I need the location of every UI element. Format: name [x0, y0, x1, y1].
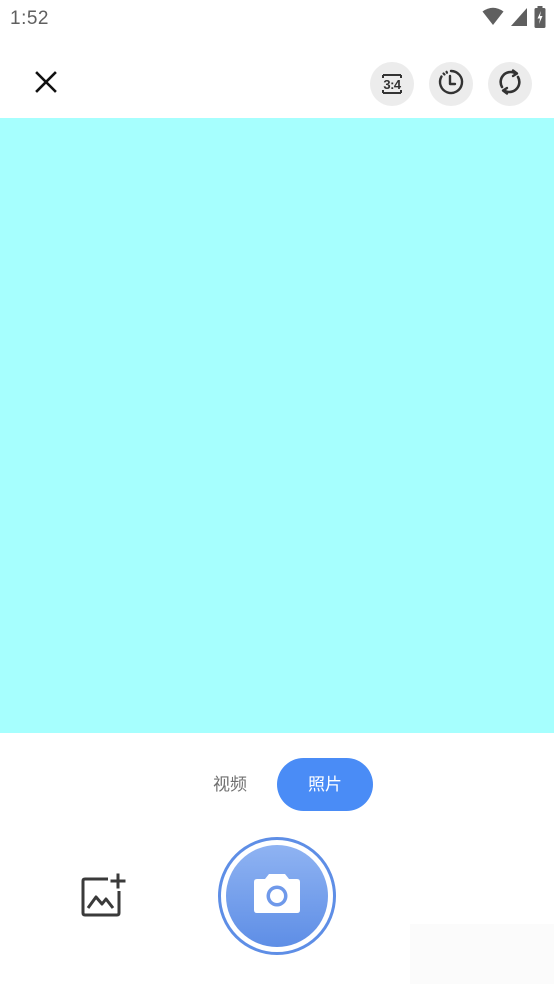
camera-preview[interactable]	[0, 118, 554, 733]
shutter-button[interactable]	[218, 837, 336, 955]
cellular-signal-icon	[510, 7, 528, 32]
battery-charging-icon	[534, 5, 546, 33]
gallery-button[interactable]	[78, 873, 128, 921]
status-icons	[482, 5, 546, 33]
switch-camera-icon	[496, 68, 524, 101]
status-bar: 1:52	[0, 0, 554, 38]
camera-icon	[250, 872, 304, 921]
corner-overlay	[410, 924, 554, 984]
aspect-ratio-label: 3:4	[383, 76, 401, 92]
mode-video-tab[interactable]: 视频	[204, 771, 256, 799]
status-time: 1:52	[10, 8, 49, 29]
camera-screen: 1:52 3:4 视频 照片	[0, 0, 554, 984]
shutter-inner	[226, 845, 328, 947]
close-button[interactable]	[28, 66, 64, 102]
close-icon	[35, 70, 57, 98]
mode-photo-tab[interactable]: 照片	[277, 758, 373, 811]
top-toolbar: 3:4	[0, 38, 554, 118]
capture-controls: 视频 照片	[0, 733, 554, 984]
add-photo-icon	[78, 873, 128, 925]
timer-icon	[437, 68, 465, 101]
switch-camera-button[interactable]	[488, 62, 532, 106]
wifi-icon	[482, 7, 504, 32]
timer-button[interactable]	[429, 62, 473, 106]
aspect-ratio-button[interactable]: 3:4	[370, 62, 414, 106]
